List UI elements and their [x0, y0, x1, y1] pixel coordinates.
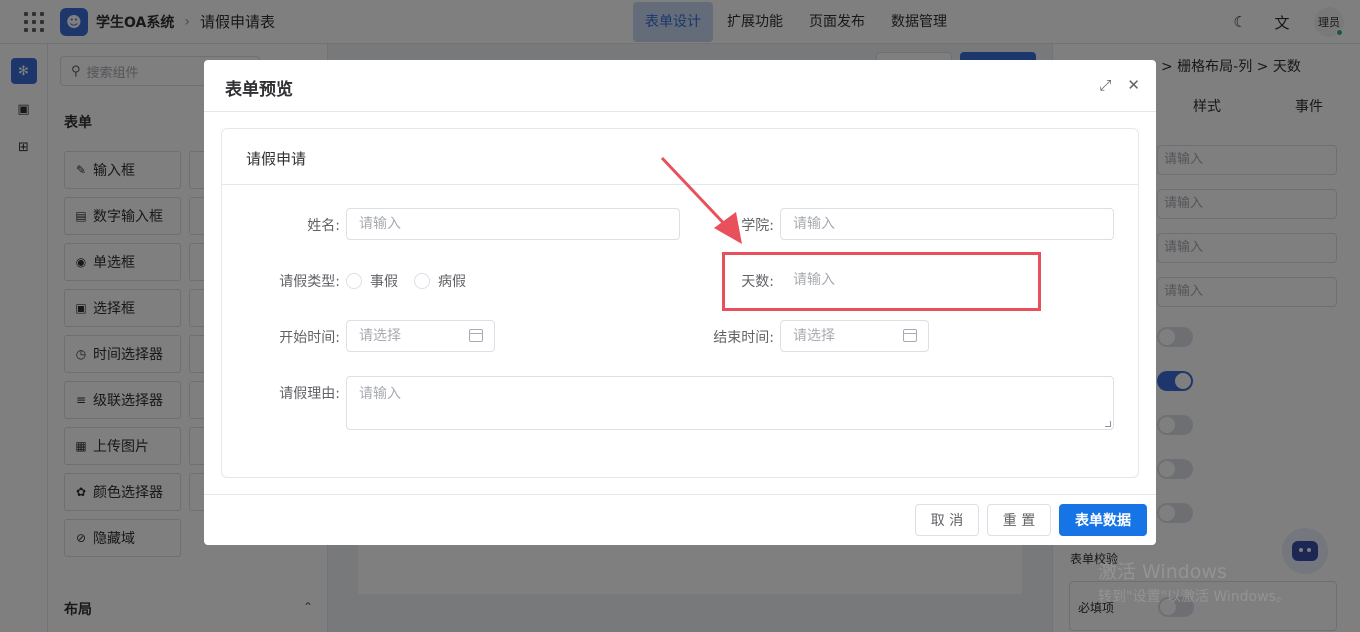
- form-card-title: 请假申请: [246, 150, 307, 168]
- start-date-placeholder: 请选择: [359, 328, 401, 344]
- leave-type-label: 请假类型:: [279, 274, 340, 290]
- cancel-button[interactable]: 取 消: [915, 504, 979, 536]
- watermark-line1: 激活 Windows: [1098, 561, 1227, 583]
- radio-label: 事假: [370, 274, 398, 290]
- end-time-label: 结束时间:: [713, 330, 774, 346]
- radio-circle: [346, 273, 362, 289]
- radio-sick-leave[interactable]: 病假: [414, 271, 466, 291]
- college-label: 学院:: [741, 218, 774, 234]
- reason-label: 请假理由:: [279, 386, 340, 402]
- modal-header-icons: ⤢ ✕: [1099, 76, 1140, 94]
- end-date-placeholder: 请选择: [793, 328, 835, 344]
- college-input[interactable]: 请输入: [780, 208, 1114, 240]
- start-time-label: 开始时间:: [279, 330, 340, 346]
- divider: [204, 111, 1156, 112]
- divider: [204, 494, 1156, 495]
- name-label: 姓名:: [307, 218, 340, 234]
- end-date-picker[interactable]: 请选择: [780, 320, 929, 352]
- highlight-box: [722, 252, 1041, 311]
- start-date-picker[interactable]: 请选择: [346, 320, 495, 352]
- reason-placeholder: 请输入: [359, 386, 401, 402]
- watermark-line2: 转到"设置"以激活 Windows。: [1098, 589, 1290, 605]
- reset-button[interactable]: 重 置: [987, 504, 1051, 536]
- windows-activation-watermark: 激活 Windows 转到"设置"以激活 Windows。: [1098, 557, 1290, 606]
- close-icon[interactable]: ✕: [1127, 76, 1140, 94]
- radio-circle: [414, 273, 430, 289]
- calendar-icon: [469, 329, 483, 342]
- radio-label: 病假: [438, 274, 466, 290]
- radio-personal-leave[interactable]: 事假: [346, 271, 398, 291]
- resize-grip-icon[interactable]: [1105, 421, 1111, 427]
- form-data-button[interactable]: 表单数据: [1059, 504, 1147, 536]
- modal-title: 表单预览: [225, 80, 293, 100]
- calendar-icon: [903, 329, 917, 342]
- divider: [222, 184, 1138, 185]
- reason-textarea[interactable]: 请输入: [346, 376, 1114, 430]
- fullscreen-icon[interactable]: ⤢: [1099, 76, 1111, 94]
- name-input[interactable]: 请输入: [346, 208, 680, 240]
